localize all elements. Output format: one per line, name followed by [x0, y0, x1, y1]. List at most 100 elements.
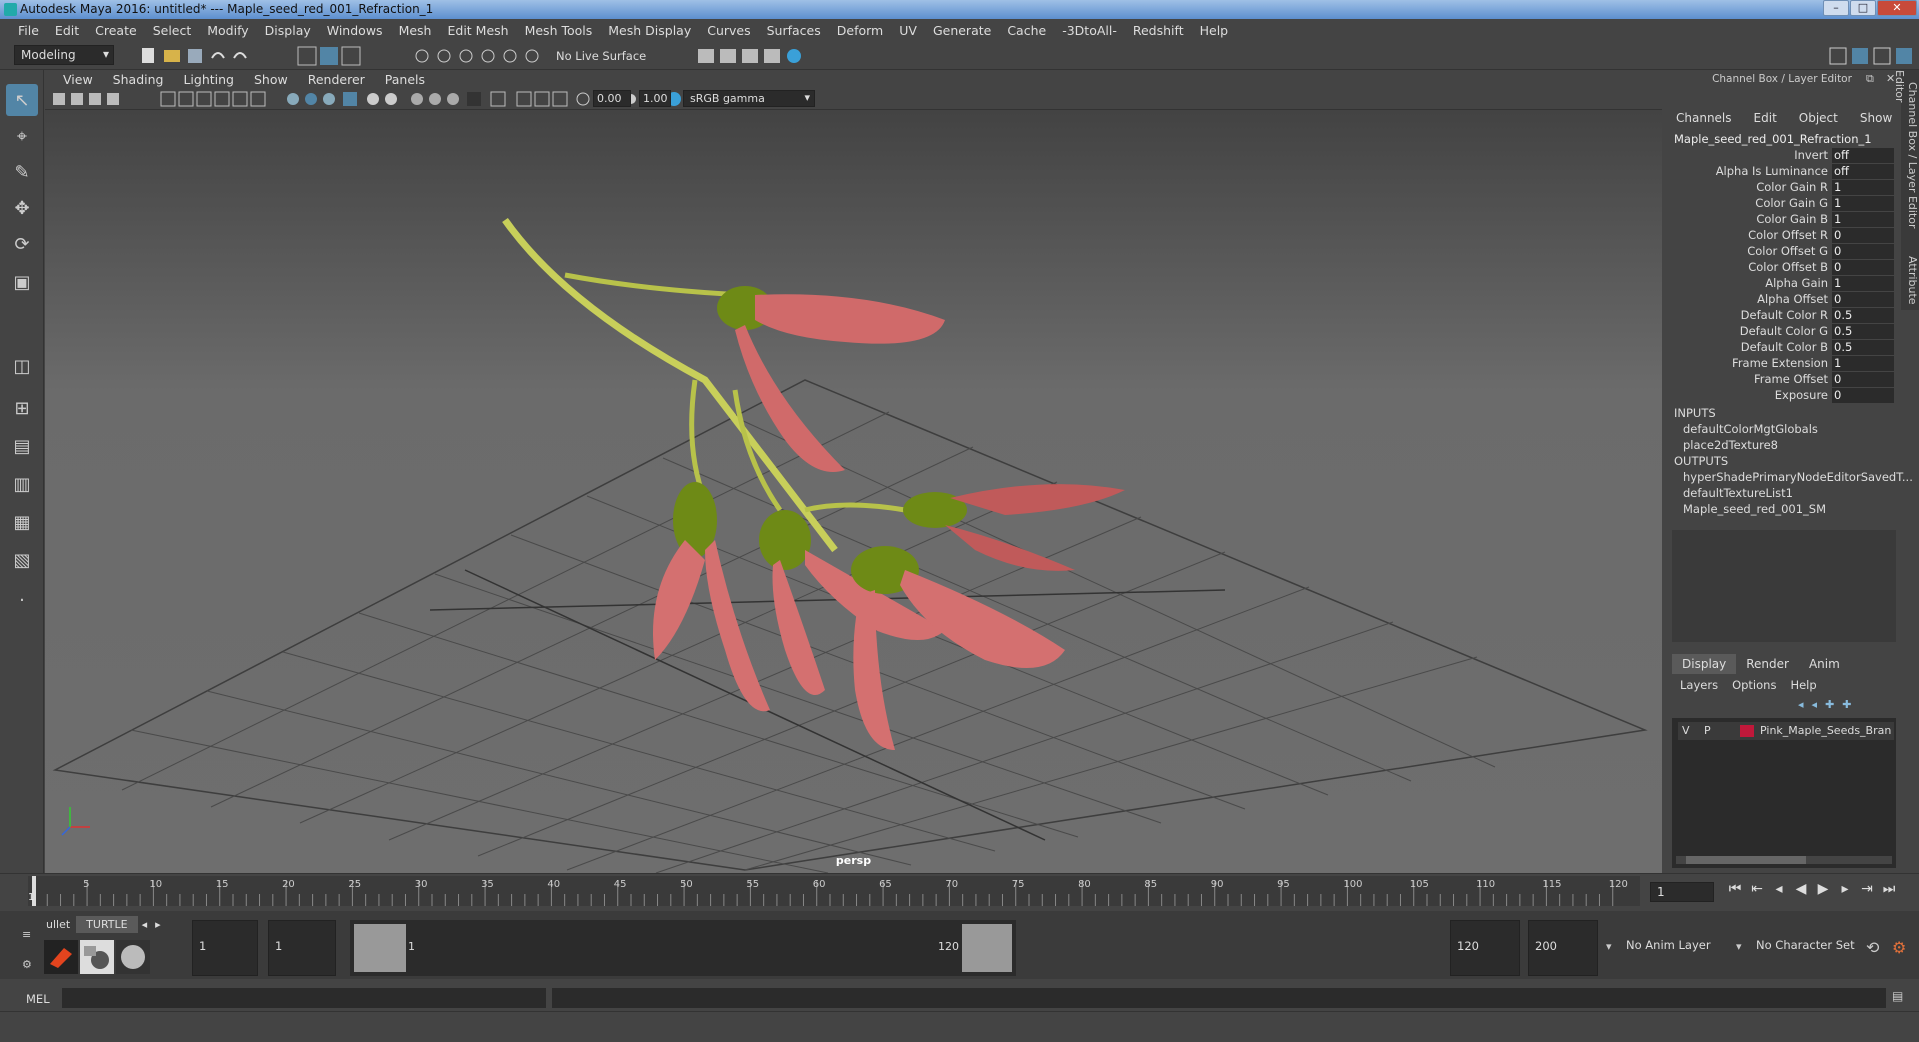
- attr-value[interactable]: 1: [1832, 196, 1894, 211]
- input-node[interactable]: defaultColorMgtGlobals: [1683, 422, 1818, 436]
- play-forward-icon[interactable]: ▶: [1812, 881, 1834, 897]
- attr-row[interactable]: Alpha Is Luminance off: [1664, 164, 1900, 180]
- attr-row[interactable]: Default Color G 0.5: [1664, 324, 1900, 340]
- attr-row[interactable]: Alpha Gain 1: [1664, 276, 1900, 292]
- menu-mesh[interactable]: Mesh: [391, 23, 440, 38]
- range-slider[interactable]: 1 120: [350, 920, 1016, 976]
- shelf-scroll-left-icon[interactable]: ◂: [138, 916, 152, 933]
- layer-color-swatch[interactable]: [1740, 725, 1754, 737]
- output-node[interactable]: defaultTextureList1: [1683, 486, 1793, 500]
- menu-redshift[interactable]: Redshift: [1125, 23, 1192, 38]
- step-back-frame-icon[interactable]: ◂: [1768, 881, 1790, 897]
- layer-menu-layers[interactable]: Layers: [1680, 678, 1718, 692]
- viewport-persp[interactable]: persp: [45, 70, 1662, 873]
- tab-anim[interactable]: Anim: [1799, 654, 1850, 674]
- vp-menu-shading[interactable]: Shading: [103, 72, 174, 87]
- menu-curves[interactable]: Curves: [699, 23, 758, 38]
- attr-row[interactable]: Color Offset B 0: [1664, 260, 1900, 276]
- new-layer-from-selection-icon[interactable]: ✚: [1842, 698, 1851, 711]
- persp-outliner-layout-icon[interactable]: ▤: [6, 430, 38, 462]
- attr-row[interactable]: Frame Offset 0: [1664, 372, 1900, 388]
- paint-select-tool-icon[interactable]: ✎: [6, 156, 38, 188]
- menu-surfaces[interactable]: Surfaces: [759, 23, 829, 38]
- attr-row[interactable]: Frame Extension 1: [1664, 356, 1900, 372]
- attr-row[interactable]: Exposure 0: [1664, 388, 1900, 404]
- attr-value[interactable]: off: [1832, 148, 1894, 163]
- input-node[interactable]: place2dTexture8: [1683, 438, 1778, 452]
- layer-menu-help[interactable]: Help: [1790, 678, 1816, 692]
- tab-render[interactable]: Render: [1736, 654, 1799, 674]
- move-layer-up-icon[interactable]: ◂: [1798, 698, 1804, 711]
- attr-value[interactable]: off: [1832, 164, 1894, 179]
- attr-value[interactable]: 0.5: [1832, 324, 1894, 339]
- turtle-baking-icon[interactable]: [80, 940, 114, 974]
- four-view-layout-icon[interactable]: ⊞: [6, 392, 38, 424]
- attr-value[interactable]: 0.5: [1832, 340, 1894, 355]
- step-back-key-icon[interactable]: ⇤: [1746, 881, 1768, 897]
- attr-value[interactable]: 0: [1832, 228, 1894, 243]
- step-forward-key-icon[interactable]: ⇥: [1856, 881, 1878, 897]
- move-layer-down-icon[interactable]: ◂: [1812, 698, 1818, 711]
- playback-end-field[interactable]: 120: [1450, 920, 1520, 976]
- attr-value[interactable]: 0: [1832, 292, 1894, 307]
- single-perspective-layout-icon[interactable]: ◫: [6, 350, 38, 382]
- mode-dropdown[interactable]: Modeling ▾: [14, 45, 114, 65]
- menu-3dtoall[interactable]: -3DtoAll-: [1054, 23, 1125, 38]
- menu-help[interactable]: Help: [1192, 23, 1237, 38]
- menu-cache[interactable]: Cache: [999, 23, 1054, 38]
- attr-value[interactable]: 0: [1832, 244, 1894, 259]
- live-surface-label[interactable]: No Live Surface: [556, 49, 646, 63]
- scene-start-field[interactable]: 1: [192, 920, 258, 976]
- layer-menu-options[interactable]: Options: [1732, 678, 1776, 692]
- menu-uv[interactable]: UV: [891, 23, 925, 38]
- vp-menu-show[interactable]: Show: [244, 72, 298, 87]
- attr-value[interactable]: 1: [1832, 276, 1894, 291]
- cmd-language-label[interactable]: MEL: [26, 992, 50, 1006]
- tab-display[interactable]: Display: [1672, 654, 1737, 674]
- outliner-layout-icon[interactable]: ▦: [6, 506, 38, 538]
- cb-menu-show[interactable]: Show: [1860, 111, 1892, 125]
- attr-row[interactable]: Color Gain R 1: [1664, 180, 1900, 196]
- node-name[interactable]: Maple_seed_red_001_Refraction_1: [1674, 132, 1872, 146]
- vp-menu-renderer[interactable]: Renderer: [298, 72, 375, 87]
- turtle-sphere-icon[interactable]: [116, 940, 150, 974]
- attr-value[interactable]: 0: [1832, 260, 1894, 275]
- attr-value[interactable]: 0: [1832, 372, 1894, 387]
- attr-row[interactable]: Color Offset R 0: [1664, 228, 1900, 244]
- new-empty-layer-icon[interactable]: ✚: [1825, 698, 1834, 711]
- persp-graph-layout-icon[interactable]: ▥: [6, 468, 38, 500]
- menu-windows[interactable]: Windows: [319, 23, 391, 38]
- menu-file[interactable]: File: [10, 23, 47, 38]
- menu-select[interactable]: Select: [145, 23, 200, 38]
- close-button[interactable]: ✕: [1877, 0, 1917, 16]
- step-forward-frame-icon[interactable]: ▸: [1834, 881, 1856, 897]
- menu-modify[interactable]: Modify: [199, 23, 256, 38]
- auto-key-icon[interactable]: ⟲: [1866, 938, 1879, 957]
- playback-start-field[interactable]: 1: [268, 920, 336, 976]
- cb-menu-edit[interactable]: Edit: [1754, 111, 1777, 125]
- go-to-end-icon[interactable]: ⏭: [1878, 881, 1900, 897]
- attr-row[interactable]: Color Gain G 1: [1664, 196, 1900, 212]
- hypershade-layout-icon[interactable]: ▧: [6, 544, 38, 576]
- shelf-tab-turtle[interactable]: TURTLE: [76, 916, 138, 933]
- output-node[interactable]: Maple_seed_red_001_SM: [1683, 502, 1826, 516]
- cb-menu-channels[interactable]: Channels: [1676, 111, 1732, 125]
- vp-menu-panels[interactable]: Panels: [375, 72, 435, 87]
- minimize-button[interactable]: –: [1823, 0, 1849, 16]
- menu-create[interactable]: Create: [87, 23, 145, 38]
- menu-mesh-display[interactable]: Mesh Display: [600, 23, 699, 38]
- attr-value[interactable]: 0.5: [1832, 308, 1894, 323]
- current-frame-field[interactable]: 1: [1650, 882, 1714, 902]
- range-end-handle[interactable]: [962, 924, 1012, 972]
- layer-playback-toggle[interactable]: P: [1704, 722, 1711, 740]
- rotate-tool-icon[interactable]: ⟳: [6, 228, 38, 260]
- more-layouts-icon[interactable]: ·: [6, 584, 38, 616]
- vp-menu-view[interactable]: View: [53, 72, 103, 87]
- attr-value[interactable]: 0: [1832, 388, 1894, 403]
- script-editor-icon[interactable]: ▤: [1892, 989, 1903, 1003]
- attr-row[interactable]: Default Color B 0.5: [1664, 340, 1900, 356]
- scene-end-field[interactable]: 200: [1528, 920, 1598, 976]
- character-set-dropdown[interactable]: No Character Set: [1750, 920, 1862, 976]
- attr-row[interactable]: Color Offset G 0: [1664, 244, 1900, 260]
- float-panel-icon[interactable]: ⧉: [1866, 72, 1874, 86]
